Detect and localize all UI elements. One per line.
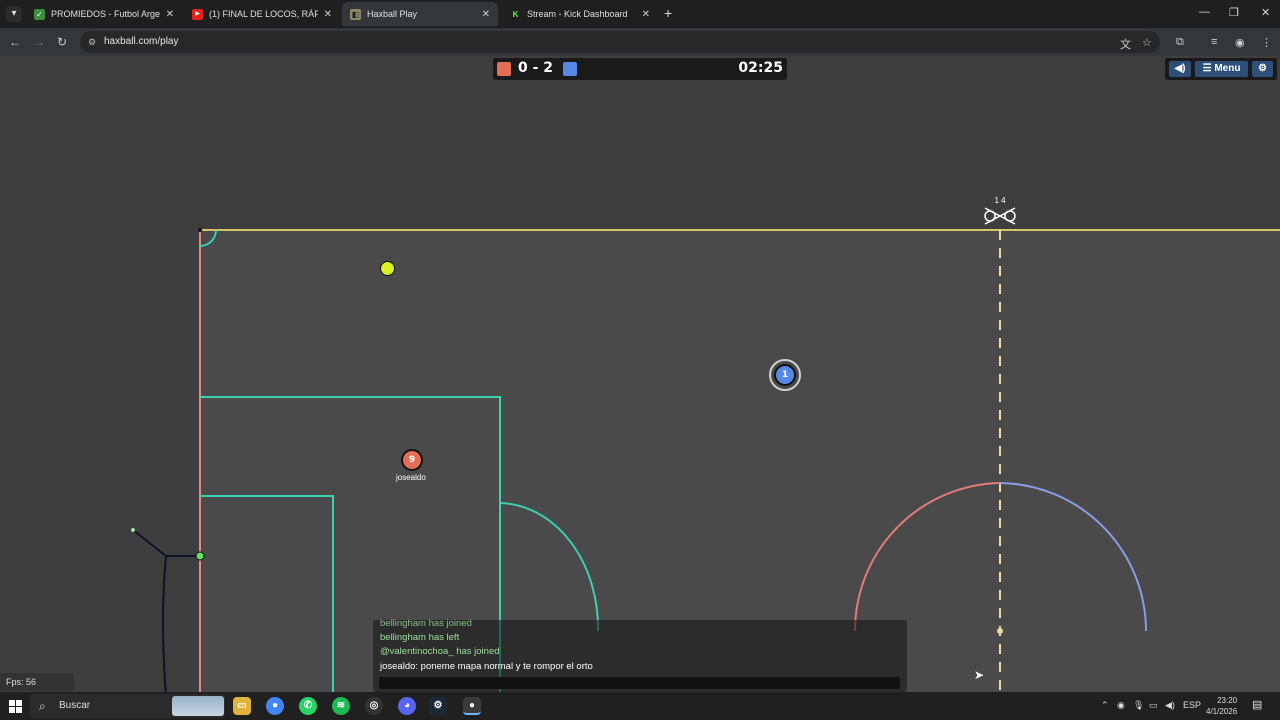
goal-post — [195, 551, 205, 561]
browser-menu-icon[interactable]: ⋮ — [1261, 36, 1272, 49]
close-tab-icon[interactable]: ✕ — [166, 9, 174, 20]
red-player-name: josealdo — [396, 473, 426, 482]
close-tab-icon[interactable]: ✕ — [324, 9, 332, 20]
search-highlight-image — [172, 696, 224, 716]
tray-app-icon[interactable]: ◉ — [1117, 700, 1125, 711]
obs-icon[interactable]: ◎ — [365, 697, 383, 715]
back-icon[interactable]: ← — [9, 35, 21, 49]
player-number: 9 — [408, 455, 416, 465]
haxball-favicon-icon: ◧ — [350, 8, 361, 20]
menu-label: Menu — [1214, 63, 1241, 74]
kickoff-marker: 1 4 — [984, 196, 1016, 225]
chat-line: @valentinochoa_ has joined — [380, 646, 500, 657]
score-text: 0 - 2 — [518, 60, 554, 76]
new-tab-button[interactable]: + — [664, 5, 672, 21]
haxball-game-canvas[interactable]: 1 4 1 9 josealdo 0 - 2 02:25 ◀) ☰ Menu ⚙… — [0, 56, 1280, 692]
network-icon[interactable]: ▭ — [1149, 700, 1158, 711]
fps-counter: Fps: 56 — [0, 673, 74, 691]
microphone-icon[interactable]: 🎙 — [1133, 700, 1144, 711]
settings-gear-icon[interactable]: ⚙ — [1252, 61, 1273, 77]
tab-kick[interactable]: K Stream - Kick Dashboard ✕ — [502, 2, 658, 26]
chat-line: josealdo: poneme mapa normal y te rompor… — [380, 661, 593, 672]
taskbar-search[interactable]: ⌕ Buscar — [30, 694, 225, 718]
url-text: haxball.com/play — [104, 36, 179, 47]
close-tab-icon[interactable]: ✕ — [482, 9, 490, 20]
mouse-cursor-icon: ➤ — [974, 668, 985, 682]
reload-icon[interactable]: ↻ — [57, 35, 67, 49]
language-indicator[interactable]: ESP — [1183, 700, 1201, 710]
windows-taskbar: ⌕ Buscar ▭ ● ✆ ≋ ◎ ◕ ⚙ ● ⌃ ◉ 🎙 ▭ ◀) ESP … — [0, 692, 1280, 720]
notifications-icon[interactable]: ▤ — [1252, 698, 1262, 711]
goal-net-side — [162, 555, 167, 692]
forward-icon[interactable]: → — [33, 35, 45, 49]
chrome-active-icon[interactable]: ● — [463, 697, 481, 715]
bookmark-star-icon[interactable]: ☆ — [1142, 36, 1152, 49]
steam-icon[interactable]: ⚙ — [429, 697, 447, 715]
tab-promiedos[interactable]: ✓ PROMIEDOS - Futbol Argentino ✕ — [26, 2, 182, 26]
browser-tab-bar: ▾ ✓ PROMIEDOS - Futbol Argentino ✕ ▶ (1)… — [0, 0, 1280, 28]
close-tab-icon[interactable]: ✕ — [642, 9, 650, 20]
blue-player: 1 — [774, 364, 796, 386]
tab-title: Haxball Play — [367, 9, 418, 19]
clock-date: 4/1/2026 — [1206, 707, 1238, 716]
red-player: 9 — [401, 449, 423, 471]
blue-team-badge — [563, 62, 577, 76]
youtube-favicon-icon: ▶ — [192, 8, 203, 20]
tab-haxball[interactable]: ◧ Haxball Play ✕ — [342, 2, 498, 26]
address-bar[interactable]: ⚙ haxball.com/play — [80, 31, 1160, 53]
translate-icon[interactable]: 文 — [1120, 36, 1131, 52]
chat-line: bellingham has joined — [380, 618, 472, 629]
chat-input[interactable] — [379, 677, 900, 689]
extensions-icon[interactable]: ⧉ — [1176, 36, 1184, 49]
goal-net-top — [132, 529, 200, 557]
whatsapp-icon[interactable]: ✆ — [299, 697, 317, 715]
windows-start-icon[interactable] — [9, 700, 22, 713]
match-timer: 02:25 — [738, 60, 783, 76]
media-controls-icon[interactable]: ≡ — [1211, 36, 1217, 48]
scoreboard: 0 - 2 02:25 — [493, 58, 787, 80]
sound-toggle-icon[interactable]: ◀) — [1169, 61, 1191, 77]
hamburger-icon: ☰ — [1202, 63, 1215, 74]
file-explorer-icon[interactable]: ▭ — [233, 697, 251, 715]
search-label: Buscar — [59, 700, 91, 711]
volume-icon[interactable]: ◀) — [1165, 700, 1175, 711]
tab-title: (1) FINAL DE LOCOS, RÁFAGA D — [209, 9, 318, 19]
site-info-icon[interactable]: ⚙ — [86, 36, 98, 48]
chat-panel: bellingham has joined bellingham has lef… — [373, 618, 907, 692]
chat-line: bellingham has left — [380, 632, 460, 643]
profile-avatar-icon[interactable]: ◉ — [1235, 36, 1245, 49]
restore-icon[interactable]: ❐ — [1229, 6, 1239, 19]
corner-post — [198, 228, 202, 232]
clock-time: 23:20 — [1217, 696, 1238, 705]
minimize-icon[interactable]: — — [1199, 6, 1210, 18]
search-icon: ⌕ — [39, 699, 46, 713]
tab-title: PROMIEDOS - Futbol Argentino — [51, 9, 160, 19]
tab-search-button[interactable]: ▾ — [6, 6, 22, 22]
promiedos-favicon-icon: ✓ — [34, 8, 45, 20]
center-spot — [997, 628, 1003, 634]
taskbar-clock[interactable]: 23:20 4/1/2026 — [1206, 695, 1237, 717]
pitch: 1 4 — [131, 196, 1280, 692]
game-controls: ◀) ☰ Menu ⚙ — [1165, 58, 1277, 80]
menu-button[interactable]: ☰ Menu — [1195, 61, 1248, 77]
kick-favicon-icon: K — [510, 8, 521, 20]
tab-youtube[interactable]: ▶ (1) FINAL DE LOCOS, RÁFAGA D ✕ — [184, 2, 340, 26]
red-team-badge — [497, 62, 511, 76]
player-number: 1 — [781, 370, 789, 380]
browser-toolbar: ← → ↻ ⚙ haxball.com/play 文 ☆ ⧉ ≡ ◉ ⋮ — [0, 28, 1280, 56]
close-window-icon[interactable]: ✕ — [1261, 6, 1270, 19]
kickoff-marker-label: 1 4 — [994, 196, 1006, 205]
discord-icon[interactable]: ◕ — [398, 697, 416, 715]
show-hidden-icons[interactable]: ⌃ — [1101, 700, 1109, 711]
goal-net-anchor — [131, 528, 135, 532]
tab-title: Stream - Kick Dashboard — [527, 9, 628, 19]
ball — [380, 261, 395, 276]
spotify-icon[interactable]: ≋ — [332, 697, 350, 715]
chrome-icon[interactable]: ● — [266, 697, 284, 715]
